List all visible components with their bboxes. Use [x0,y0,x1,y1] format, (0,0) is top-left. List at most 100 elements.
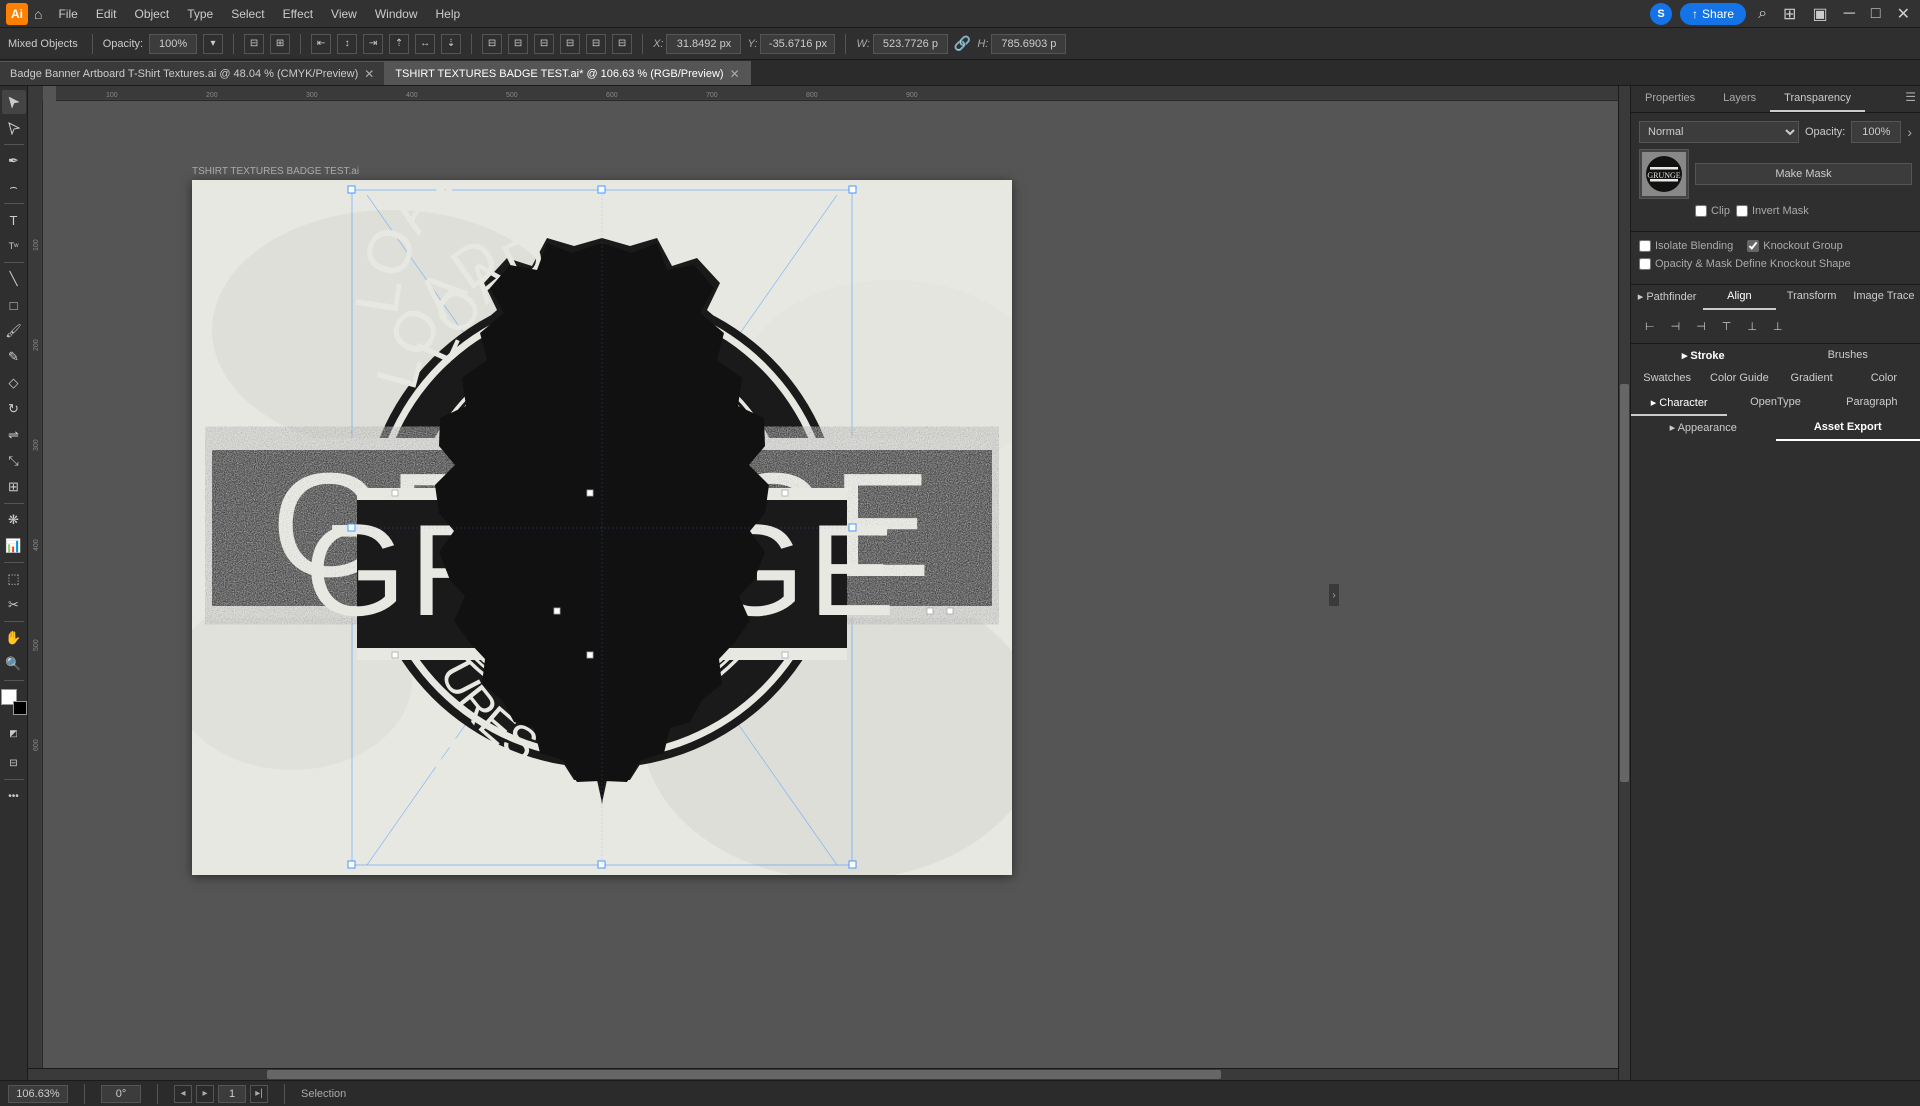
nav-end-btn[interactable]: ▸| [250,1085,268,1103]
column-graph-tool[interactable]: 📊 [2,534,26,558]
x-input[interactable] [666,34,741,54]
panel-icon[interactable]: ▣ [1808,2,1831,26]
inner-handle-6[interactable] [587,652,593,658]
grunge-handle-3[interactable] [947,608,953,614]
menu-edit[interactable]: Edit [88,5,125,23]
share-button[interactable]: ↑ Share [1680,3,1746,25]
y-input[interactable] [760,34,835,54]
color-boxes[interactable] [1,689,27,715]
doc-tab-2-close[interactable]: ✕ [730,67,740,81]
doc-tab-1[interactable]: Badge Banner Artboard T-Shirt Textures.a… [0,61,385,85]
style-btn-2[interactable]: ⊞ [270,34,290,54]
handle-tl[interactable] [348,186,355,193]
opacity-mask-checkbox[interactable] [1639,258,1651,270]
make-mask-button[interactable]: Make Mask [1695,163,1912,185]
asset-export-btn[interactable]: Asset Export [1776,416,1920,441]
type-touch-tool[interactable]: Tʷ [2,234,26,258]
tab-properties[interactable]: Properties [1631,86,1709,112]
handle-tr[interactable] [849,186,856,193]
rectangle-tool[interactable]: □ [2,293,26,317]
align-left-btn[interactable]: ⇤ [311,34,331,54]
pen-tool[interactable]: ✒ [2,149,26,173]
direct-selection-tool[interactable] [2,116,26,140]
dist-btn-3[interactable]: ⊟ [534,34,554,54]
align-btn[interactable]: Align [1703,285,1775,310]
brushes-btn[interactable]: Brushes [1776,344,1920,367]
link-icon[interactable]: 🔗 [954,35,971,52]
knockout-group-checkbox[interactable] [1747,240,1759,252]
menu-window[interactable]: Window [367,5,426,23]
handle-mr[interactable] [849,524,856,531]
zoom-tool[interactable]: 🔍 [2,652,26,676]
workspace-icon[interactable]: ⊞ [1779,2,1800,26]
inner-handle-3[interactable] [587,490,593,496]
dist-btn-6[interactable]: ⊟ [612,34,632,54]
vertical-scrollbar-thumb[interactable] [1620,384,1629,782]
invert-mask-checkbox[interactable] [1736,205,1748,217]
handle-ml[interactable] [348,524,355,531]
object-thumbnail[interactable]: GRUNGE [1639,149,1689,199]
panel-options-menu[interactable]: ☰ [1901,86,1920,112]
menu-help[interactable]: Help [428,5,469,23]
restore-button[interactable]: □ [1867,3,1885,25]
gradient-btn[interactable]: Gradient [1776,367,1848,391]
isolate-blending-checkbox[interactable] [1639,240,1651,252]
h-input[interactable] [991,34,1066,54]
dist-btn-5[interactable]: ⊟ [586,34,606,54]
symbol-sprayer-tool[interactable]: ❋ [2,508,26,532]
swatches-btn[interactable]: Swatches [1631,367,1703,391]
next-artboard-btn[interactable]: ▸ [196,1085,214,1103]
artboard-number[interactable] [218,1085,246,1103]
type-tool[interactable]: T [2,208,26,232]
align-center-v-btn[interactable]: ↔ [415,34,435,54]
menu-view[interactable]: View [323,5,365,23]
align-center-v[interactable]: ⊥ [1741,318,1763,335]
free-transform-tool[interactable]: ⊞ [2,475,26,499]
handle-tc[interactable] [598,186,605,193]
color-guide-btn[interactable]: Color Guide [1703,367,1775,391]
panel-opacity-input[interactable] [1851,121,1901,143]
grunge-handle-1[interactable] [554,608,560,614]
menu-select[interactable]: Select [223,5,272,23]
align-right-btn[interactable]: ⇥ [363,34,383,54]
blend-mode-select[interactable]: Normal Multiply Screen Overlay [1639,121,1799,143]
inner-handle-1[interactable] [392,490,398,496]
paintbrush-tool[interactable]: 🖌 [2,319,26,343]
color-btn[interactable]: Color [1848,367,1920,391]
minimize-button[interactable]: ─ [1840,3,1859,25]
pathfinder-btn[interactable]: ▸ Pathfinder [1631,285,1703,310]
more-tools[interactable]: ••• [2,784,26,808]
handle-bc[interactable] [598,861,605,868]
gradient-mode-btn[interactable]: ◩ [2,721,26,745]
menu-file[interactable]: File [50,5,85,23]
pencil-tool[interactable]: ✎ [2,345,26,369]
panel-collapse-arrow[interactable]: › [1328,583,1340,607]
tab-layers[interactable]: Layers [1709,86,1770,112]
menu-effect[interactable]: Effect [275,5,321,23]
handle-br[interactable] [849,861,856,868]
vertical-scrollbar[interactable] [1618,86,1630,1080]
image-trace-btn[interactable]: Image Trace [1848,285,1920,310]
horizontal-scrollbar[interactable] [28,1068,1618,1080]
scale-tool[interactable]: ⤡ [2,449,26,473]
opacity-input[interactable] [149,34,197,54]
horizontal-scrollbar-thumb[interactable] [267,1070,1221,1079]
transform-btn[interactable]: Transform [1776,285,1848,310]
shaper-tool[interactable]: ◇ [2,371,26,395]
artboard-tool[interactable]: ⬚ [2,567,26,591]
handle-bl[interactable] [348,861,355,868]
paragraph-btn[interactable]: Paragraph [1824,391,1920,416]
menu-type[interactable]: Type [179,5,221,23]
stroke-box[interactable] [13,701,27,715]
appearance-btn[interactable]: ▸ Appearance [1631,416,1776,441]
align-top-edges[interactable]: ⊤ [1716,318,1738,335]
doc-tab-1-close[interactable]: ✕ [364,67,374,81]
align-center-h[interactable]: ⊣ [1665,318,1687,335]
align-center-h-btn[interactable]: ↕ [337,34,357,54]
align-left-edges[interactable]: ⊢ [1639,318,1661,335]
menu-object[interactable]: Object [127,5,178,23]
line-segment-tool[interactable]: ╲ [2,267,26,291]
knockout-group-label[interactable]: Knockout Group [1747,240,1843,252]
opacity-mask-label[interactable]: Opacity & Mask Define Knockout Shape [1639,258,1851,270]
clip-label[interactable]: Clip [1695,205,1730,217]
